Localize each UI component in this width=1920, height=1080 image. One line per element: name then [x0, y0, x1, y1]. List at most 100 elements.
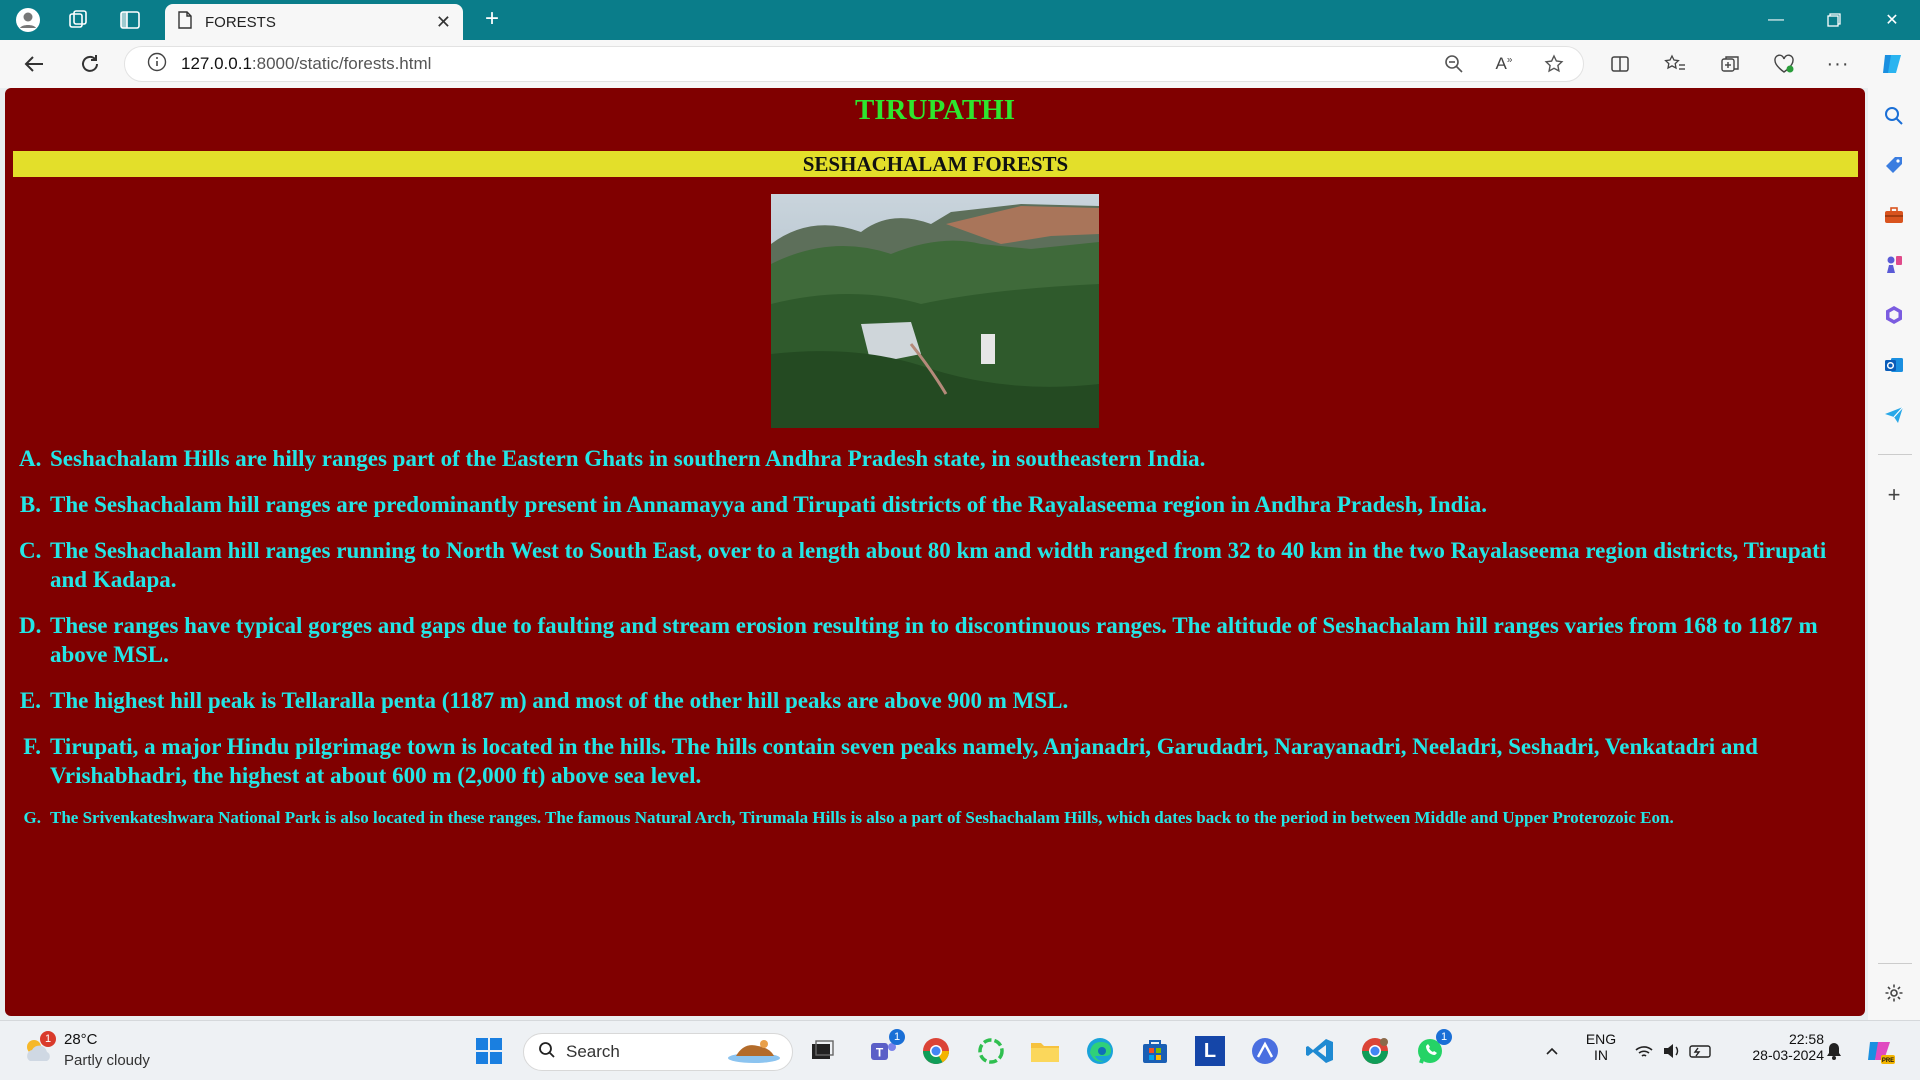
- page-viewport: TIRUPATHI SESHACHALAM FORESTS A. Seshacha…: [5, 88, 1865, 1016]
- show-hidden-icons-chevron[interactable]: [1534, 1033, 1570, 1069]
- refresh-app-icon[interactable]: [973, 1033, 1009, 1069]
- section-banner: SESHACHALAM FORESTS: [13, 151, 1858, 177]
- fact-item: A. Seshachalam Hills are hilly ranges par…: [19, 444, 1849, 473]
- chrome-icon[interactable]: [918, 1033, 954, 1069]
- clock-time: 22:58: [1788, 1031, 1824, 1047]
- whatsapp-badge: 1: [1436, 1029, 1452, 1045]
- search-highlight-icon: [724, 1036, 784, 1069]
- minimize-icon[interactable]: —: [1748, 0, 1804, 40]
- fact-marker: D.: [19, 613, 42, 638]
- fact-marker: C.: [19, 538, 42, 563]
- svg-text:T: T: [876, 1046, 884, 1060]
- fact-text: These ranges have typical gorges and gap…: [50, 613, 1818, 667]
- fact-text: Tirupati, a major Hindu pilgrimage town …: [50, 734, 1758, 788]
- weather-condition: Partly cloudy: [64, 1052, 150, 1069]
- outlook-icon[interactable]: [1880, 351, 1908, 379]
- language-code: ENG: [1585, 1031, 1617, 1047]
- vertical-tabs-icon[interactable]: [116, 6, 144, 34]
- url-host: 127.0.0.1: [181, 54, 252, 73]
- arc-app-icon[interactable]: [1247, 1033, 1283, 1069]
- l-app-icon[interactable]: L: [1192, 1033, 1228, 1069]
- back-icon[interactable]: [18, 48, 50, 80]
- more-options-icon[interactable]: ···: [1822, 48, 1854, 80]
- microsoft-365-icon[interactable]: [1880, 301, 1908, 329]
- collections-icon[interactable]: [1714, 48, 1746, 80]
- browser-essentials-icon[interactable]: [1768, 48, 1800, 80]
- notification-bell-icon[interactable]: [1818, 1033, 1850, 1069]
- edge-icon[interactable]: [1082, 1033, 1118, 1069]
- new-tab-icon[interactable]: +: [478, 6, 506, 34]
- address-bar-row: 127.0.0.1:8000/static/forests.html A» ··…: [0, 40, 1920, 88]
- workspaces-icon[interactable]: [64, 6, 92, 34]
- fact-marker: E.: [19, 688, 41, 713]
- fact-text: The Seshachalam hill ranges are predomin…: [50, 492, 1488, 517]
- profile-icon[interactable]: [14, 6, 42, 34]
- clock-date: 28-03-2024: [1752, 1047, 1824, 1063]
- copilot-preview-icon[interactable]: PRE: [1862, 1033, 1898, 1069]
- windows-taskbar: 1 28°C Partly cloudy Search T 1 L 1 ENG …: [0, 1020, 1920, 1080]
- forest-photo: [771, 194, 1099, 428]
- svg-text:PRE: PRE: [1882, 1058, 1894, 1064]
- fact-item: G. The Srivenkateshwara National Park is …: [19, 807, 1849, 829]
- teams-badge: 1: [889, 1029, 905, 1045]
- fact-item: E. The highest hill peak is Tellaralla pe…: [19, 686, 1849, 715]
- refresh-icon[interactable]: [74, 48, 106, 80]
- language-region: IN: [1594, 1047, 1608, 1063]
- games-icon[interactable]: [1880, 251, 1908, 279]
- facts-list: A. Seshachalam Hills are hilly ranges par…: [19, 444, 1849, 846]
- close-window-icon[interactable]: ✕: [1864, 0, 1920, 40]
- search-icon: [538, 1041, 556, 1064]
- fact-marker: G.: [23, 808, 41, 827]
- file-explorer-icon[interactable]: [1027, 1033, 1063, 1069]
- tab-title: FORESTS: [205, 13, 276, 31]
- search-icon[interactable]: [1880, 102, 1908, 130]
- add-sidebar-app-icon[interactable]: +: [1880, 481, 1908, 509]
- whatsapp-icon[interactable]: 1: [1412, 1029, 1452, 1069]
- url-path: :8000/static/forests.html: [251, 54, 432, 73]
- weather-widget[interactable]: 1 28°C Partly cloudy: [20, 1031, 180, 1073]
- restore-icon[interactable]: [1806, 0, 1862, 40]
- zoom-out-icon[interactable]: [1438, 48, 1470, 80]
- tab-close-icon[interactable]: ✕: [436, 12, 451, 33]
- tools-icon[interactable]: [1880, 201, 1908, 229]
- url-field[interactable]: 127.0.0.1:8000/static/forests.html: [124, 46, 1584, 82]
- teams-icon[interactable]: T 1: [865, 1029, 905, 1069]
- page-title: TIRUPATHI: [854, 94, 1016, 126]
- sidebar-divider-bottom: [1878, 963, 1912, 964]
- weather-temp: 28°C: [64, 1031, 98, 1048]
- copilot-icon[interactable]: [1876, 48, 1908, 80]
- fact-text: Seshachalam Hills are hilly ranges part …: [50, 446, 1206, 471]
- favorites-icon[interactable]: [1659, 48, 1691, 80]
- page-icon: [177, 11, 193, 33]
- weather-badge: 1: [40, 1031, 56, 1047]
- fact-item: D. These ranges have typical gorges and g…: [19, 611, 1849, 669]
- start-button[interactable]: [471, 1033, 507, 1069]
- microsoft-store-icon[interactable]: [1137, 1033, 1173, 1069]
- tag-icon[interactable]: [1880, 151, 1908, 179]
- split-screen-icon[interactable]: [1604, 48, 1636, 80]
- tab-forests[interactable]: FORESTS ✕: [165, 4, 463, 40]
- fact-item: F. Tirupati, a major Hindu pilgrimage tow…: [19, 732, 1849, 790]
- vscode-icon[interactable]: [1302, 1033, 1338, 1069]
- clock[interactable]: 22:58 28-03-2024: [1732, 1031, 1824, 1063]
- settings-gear-icon[interactable]: [1880, 979, 1908, 1007]
- browser-title-bar: FORESTS ✕ + — ✕: [0, 0, 1920, 40]
- fact-item: C. The Seshachalam hill ranges running to…: [19, 536, 1849, 594]
- fact-marker: B.: [19, 492, 41, 517]
- fact-text: The Srivenkateshwara National Park is al…: [50, 808, 1674, 827]
- fact-text: The Seshachalam hill ranges running to N…: [50, 538, 1827, 592]
- favorite-star-icon[interactable]: [1538, 48, 1570, 80]
- chrome-profile-icon[interactable]: [1357, 1033, 1393, 1069]
- site-info-icon[interactable]: [147, 52, 167, 77]
- language-indicator[interactable]: ENG IN: [1582, 1031, 1620, 1063]
- task-view-icon[interactable]: [804, 1033, 840, 1069]
- taskbar-search[interactable]: Search: [523, 1033, 793, 1071]
- edge-sidebar: +: [1868, 88, 1920, 1020]
- fact-item: B. The Seshachalam hill ranges are predom…: [19, 490, 1849, 519]
- network-volume-battery-group[interactable]: [1630, 1033, 1718, 1069]
- send-icon[interactable]: [1880, 401, 1908, 429]
- search-placeholder: Search: [566, 1042, 620, 1061]
- l-app-letter: L: [1195, 1036, 1225, 1066]
- fact-marker: A.: [19, 446, 42, 471]
- read-aloud-icon[interactable]: A»: [1488, 48, 1520, 80]
